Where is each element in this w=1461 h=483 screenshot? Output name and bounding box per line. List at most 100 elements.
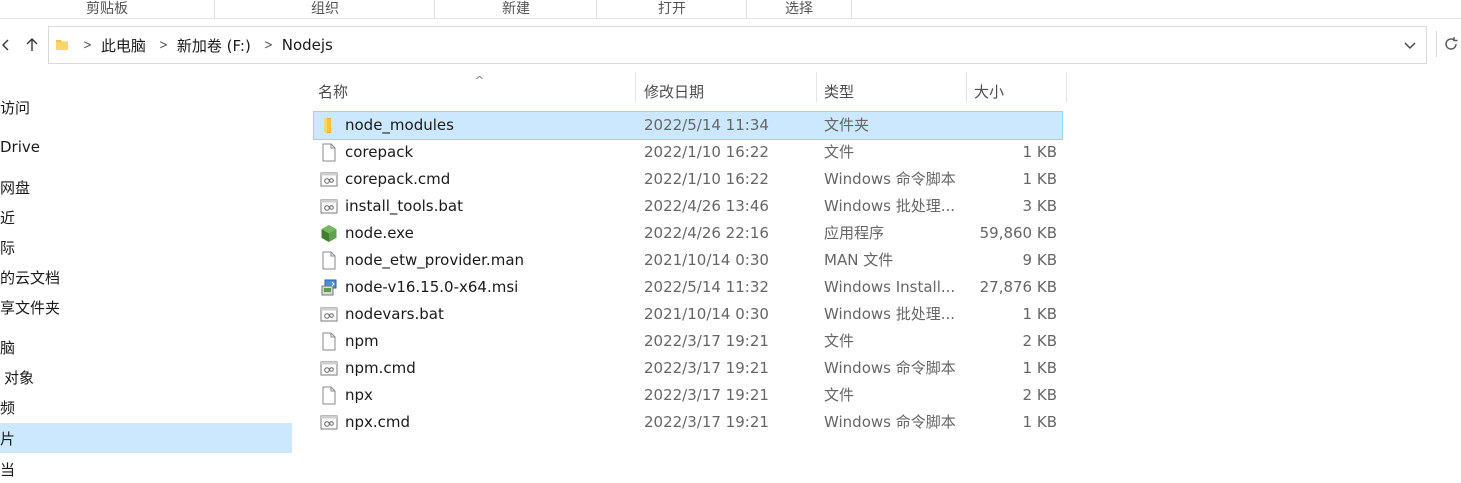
back-button[interactable] (0, 33, 18, 57)
file-row[interactable]: npx.cmd 2022/3/17 19:21 Windows 命令脚本 1 KB (314, 409, 1062, 436)
file-icon (320, 251, 338, 270)
sidebar-item-shared-folder[interactable]: 享文件夹 (0, 293, 60, 321)
column-header-name-label: 名称 (318, 82, 349, 101)
sidebar-item-quick-access[interactable]: 访问 (0, 93, 30, 121)
file-size: 1 KB (1022, 359, 1057, 377)
file-size: 2 KB (1022, 386, 1057, 404)
file-name: node-v16.15.0-x64.msi (345, 278, 519, 296)
script-icon (320, 305, 338, 324)
file-icon (320, 386, 338, 405)
file-row[interactable]: corepack 2022/1/10 16:22 文件 1 KB (314, 139, 1062, 166)
file-modified-date: 2022/1/10 16:22 (644, 170, 769, 188)
sidebar-item-documents[interactable]: 当 (0, 455, 15, 483)
file-name: nodevars.bat (345, 305, 444, 323)
file-size: 1 KB (1022, 305, 1057, 323)
file-icon (320, 332, 338, 351)
file-modified-date: 2022/5/14 11:34 (644, 116, 769, 134)
breadcrumb-drive-f[interactable]: 新加卷 (F:) (177, 35, 251, 56)
ribbon: 剪贴板 组织 新建 打开 选择 (0, 0, 1461, 19)
chevron-right-icon: > (159, 37, 168, 53)
sidebar-item-netdisk[interactable]: 网盘 (0, 173, 30, 201)
file-name: node_modules (345, 116, 454, 134)
ribbon-group-organize[interactable]: 组织 (214, 0, 435, 18)
breadcrumb-this-pc[interactable]: 此电脑 (101, 35, 146, 56)
refresh-button[interactable] (1436, 31, 1458, 57)
sidebar-item-videos[interactable]: 频 (0, 393, 15, 421)
ribbon-group-open[interactable]: 打开 (596, 0, 747, 18)
sort-ascending-icon: ^ (475, 74, 485, 87)
column-header-name[interactable]: 名称 ^ (310, 74, 636, 108)
file-modified-date: 2022/5/14 11:32 (644, 278, 769, 296)
file-size: 9 KB (1022, 251, 1057, 269)
column-header-date[interactable]: 修改日期 (636, 74, 816, 108)
ribbon-group-new[interactable]: 新建 (434, 0, 597, 18)
node-exe-icon (320, 224, 338, 243)
up-arrow-icon (26, 38, 38, 51)
sidebar-item-label: 近 (0, 208, 16, 227)
sidebar-item-label: 频 (0, 398, 16, 417)
file-row[interactable]: install_tools.bat 2022/4/26 13:46 Windows … (314, 193, 1062, 220)
sidebar-item-label: 访问 (0, 98, 31, 117)
sidebar-item-label: 的云文档 (0, 268, 61, 287)
up-button[interactable] (20, 33, 44, 57)
column-divider[interactable] (1066, 72, 1067, 102)
chevron-down-icon[interactable] (1400, 35, 1420, 55)
file-row[interactable]: node_modules 2022/5/14 11:34 文件夹 (313, 111, 1063, 140)
column-header-size[interactable]: 大小 (966, 74, 1066, 108)
sidebar-item-label: 当 (0, 460, 16, 479)
refresh-icon (1445, 37, 1458, 50)
file-name: corepack.cmd (345, 170, 451, 188)
file-modified-date: 2022/4/26 13:46 (644, 197, 769, 215)
breadcrumb-nodejs[interactable]: Nodejs (282, 36, 333, 54)
script-icon (320, 359, 338, 378)
file-name: node_etw_provider.man (345, 251, 525, 269)
file-size (862, 112, 1062, 139)
address-bar[interactable]: > 此电脑 > 新加卷 (F:) > Nodejs (48, 26, 1427, 64)
column-header-type-label: 类型 (824, 82, 855, 101)
back-arrow-icon (2, 39, 9, 51)
sidebar-item-3d-objects[interactable]: 对象 (0, 363, 34, 391)
file-type: 文件 (824, 332, 855, 350)
file-row[interactable]: npx 2022/3/17 19:21 文件 2 KB (314, 382, 1062, 409)
file-modified-date: 2022/4/26 22:16 (644, 224, 769, 242)
sidebar-item-label: 对象 (4, 368, 35, 387)
file-name: corepack (345, 143, 414, 161)
file-name: node.exe (345, 224, 414, 242)
file-size: 3 KB (1022, 197, 1057, 215)
ribbon-group-clipboard[interactable]: 剪贴板 (0, 0, 214, 18)
file-type: 文件 (824, 143, 855, 161)
sidebar-item-label: Drive (0, 138, 40, 156)
sidebar-item-label: 享文件夹 (0, 298, 61, 317)
file-row[interactable]: corepack.cmd 2022/1/10 16:22 Windows 命令脚本 1… (314, 166, 1062, 193)
sidebar-item-recent[interactable]: 近 (0, 203, 15, 231)
sidebar-item-label: 片 (0, 429, 16, 448)
column-header-type[interactable]: 类型 (816, 74, 966, 108)
file-modified-date: 2022/1/10 16:22 (644, 143, 769, 161)
sidebar-item-cloud-docs[interactable]: 的云文档 (0, 263, 60, 291)
file-modified-date: 2022/3/17 19:21 (644, 359, 769, 377)
file-size: 2 KB (1022, 332, 1057, 350)
file-icon (320, 143, 338, 162)
ribbon-group-select[interactable]: 选择 (746, 0, 852, 18)
file-row[interactable]: npm 2022/3/17 19:21 文件 2 KB (314, 328, 1062, 355)
file-size: 59,860 KB (979, 224, 1057, 242)
file-row[interactable]: npm.cmd 2022/3/17 19:21 Windows 命令脚本 1 KB (314, 355, 1062, 382)
file-size: 1 KB (1022, 143, 1057, 161)
column-header-size-label: 大小 (974, 82, 1005, 101)
chevron-right-icon: > (83, 37, 92, 53)
sidebar-item-this-pc[interactable]: 脑 (0, 333, 15, 361)
sidebar-item-onedrive[interactable]: Drive (0, 133, 40, 161)
file-row[interactable]: node_etw_provider.man 2021/10/14 0:30 MAN … (314, 247, 1062, 274)
file-row[interactable]: node-v16.15.0-x64.msi 2022/5/14 11:32 Wind… (314, 274, 1062, 301)
script-icon (320, 170, 338, 189)
file-name: install_tools.bat (345, 197, 463, 215)
file-name: npx.cmd (345, 413, 411, 431)
sidebar-item-star[interactable]: 际 (0, 233, 15, 261)
file-row[interactable]: node.exe 2022/4/26 22:16 应用程序 59,860 KB (314, 220, 1062, 247)
folder-icon (320, 116, 338, 135)
file-name: npm.cmd (345, 359, 416, 377)
file-modified-date: 2022/3/17 19:21 (644, 332, 769, 350)
sidebar-item-pictures[interactable]: 片 (0, 423, 292, 453)
sidebar-item-label: 脑 (0, 338, 16, 357)
file-row[interactable]: nodevars.bat 2021/10/14 0:30 Windows 批处理..… (314, 301, 1062, 328)
